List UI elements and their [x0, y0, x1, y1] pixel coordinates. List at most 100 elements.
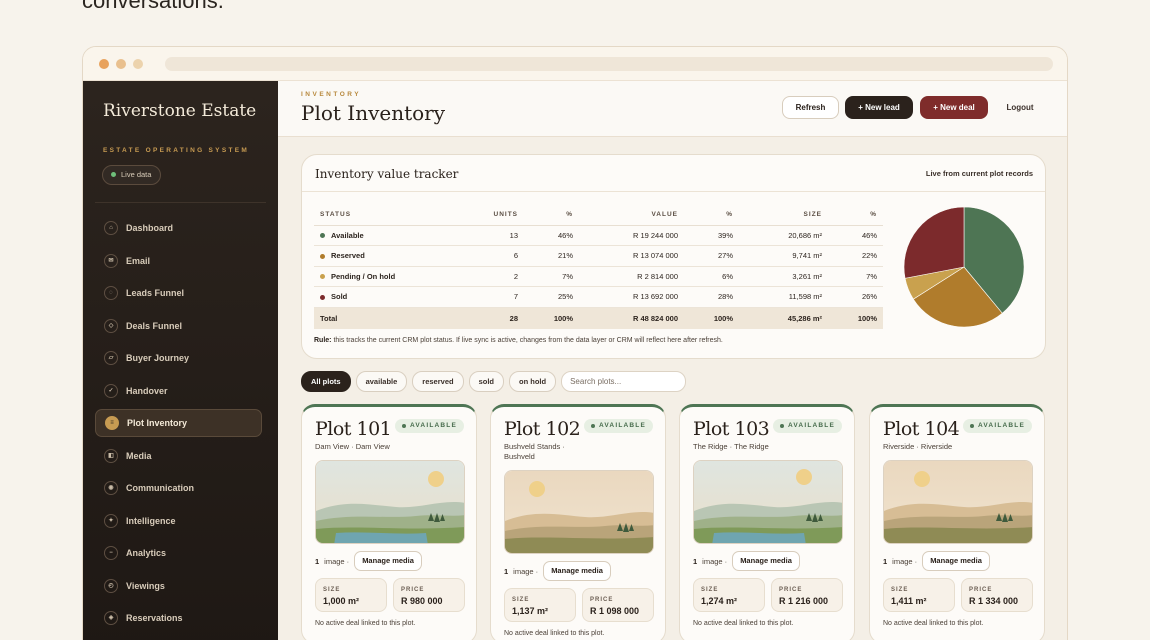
status-dot-icon — [320, 294, 325, 300]
window-chrome — [83, 47, 1067, 81]
sidebar-item-label: Buyer Journey — [126, 353, 190, 363]
communication-icon: ◉ — [104, 481, 118, 495]
refresh-button[interactable]: Refresh — [782, 96, 839, 119]
status-label: Sold — [331, 292, 348, 302]
filter-chip-sold[interactable]: sold — [468, 371, 504, 392]
plot-image[interactable] — [315, 460, 465, 544]
sidebar-item-label: Deals Funnel — [126, 320, 183, 331]
plot-landscape-image — [694, 461, 842, 543]
media-row: 1 image · Manage media — [315, 551, 422, 571]
plot-card[interactable]: Plot 101 AVAILABLE Dam View · Dam View 1 im… — [301, 404, 477, 640]
plot-landscape-image — [316, 461, 464, 543]
price-label: PRICE — [969, 587, 993, 593]
size-value: 1,000 m² — [323, 596, 360, 606]
minimize-dot-icon[interactable] — [116, 59, 126, 69]
plot-title: Plot 102 — [504, 418, 581, 440]
plot-image[interactable] — [693, 460, 843, 544]
close-dot-icon[interactable] — [99, 59, 109, 69]
size-label: SIZE — [891, 587, 909, 593]
sidebar-item-communication[interactable]: ◉ Communication — [95, 474, 262, 502]
plot-title: Plot 103 — [693, 418, 770, 440]
plot-location: Bushveld Stands · Bushveld — [504, 442, 565, 461]
image-count: 1 — [693, 556, 698, 566]
media-row: 1 image · Manage media — [504, 561, 611, 581]
size-value: 1,274 m² — [701, 596, 738, 606]
table-cell: 39% — [684, 225, 739, 246]
column-header: STATUS — [314, 205, 454, 226]
address-bar[interactable] — [165, 57, 1053, 71]
plot-card[interactable]: Plot 103 AVAILABLE The Ridge · The Ridge 1… — [679, 404, 855, 640]
plot-price-stat: PRICE R 1 334 000 — [961, 578, 1033, 612]
table-row: Available 13 46% R 19 244 000 39% 20,686 m² 46… — [314, 225, 883, 246]
funnel-icon: ◌ — [104, 286, 118, 300]
filter-chip-available[interactable]: available — [355, 371, 408, 392]
sidebar-item-leads-funnel[interactable]: ◌ Leads Funnel — [95, 279, 262, 307]
sidebar-item-label: Dashboard — [126, 223, 174, 233]
no-deal-note: No active deal linked to this plot. — [315, 620, 416, 627]
manage-media-button[interactable]: Manage media — [922, 551, 990, 571]
filter-chip-on-hold[interactable]: on hold — [509, 371, 557, 392]
new-deal-button[interactable]: + New deal — [920, 96, 988, 119]
live-data-badge: Live data — [102, 165, 162, 185]
filter-chip-all-plots[interactable]: All plots — [301, 371, 351, 392]
sidebar-item-deals-funnel[interactable]: ◇ Deals Funnel — [95, 312, 262, 340]
search-input[interactable] — [561, 371, 687, 392]
table-cell: 46% — [524, 225, 579, 246]
table-cell: 11,598 m² — [739, 286, 828, 308]
sidebar-item-handover[interactable]: ✓ Handover — [95, 377, 262, 405]
table-cell: 7 — [454, 286, 524, 308]
plot-size-stat: SIZE 1,137 m² — [504, 588, 576, 622]
brand-name: Riverstone Estate — [103, 101, 257, 121]
plot-location: The Ridge · The Ridge — [693, 442, 769, 451]
sidebar-item-analytics[interactable]: − Analytics — [95, 539, 262, 567]
sidebar-item-buyer-journey[interactable]: ▱ Buyer Journey — [95, 344, 262, 372]
new-lead-button[interactable]: + New lead — [845, 96, 913, 119]
sidebar-divider — [95, 202, 266, 203]
logout-button[interactable]: Logout — [995, 96, 1045, 119]
sidebar-item-media[interactable]: ◧ Media — [95, 442, 262, 470]
manage-media-button[interactable]: Manage media — [732, 551, 800, 571]
journey-icon: ▱ — [104, 351, 118, 365]
sidebar-item-intelligence[interactable]: ✦ Intelligence — [95, 507, 262, 535]
image-count: 1 — [883, 556, 888, 566]
sidebar-item-plot-inventory[interactable]: ≡ Plot Inventory — [95, 409, 262, 437]
sidebar-item-dashboard[interactable]: ⌂ Dashboard — [95, 214, 262, 242]
plot-image[interactable] — [504, 470, 654, 554]
sidebar-item-viewings[interactable]: ◴ Viewings — [95, 572, 262, 600]
page-header: INVENTORY Plot Inventory Refresh + New l… — [278, 81, 1067, 137]
price-value: R 1 216 000 — [779, 596, 829, 606]
table-row: Sold 7 25% R 13 692 000 28% 11,598 m² 26% — [314, 286, 883, 308]
table-cell: Available — [314, 225, 454, 246]
mail-icon: ✉ — [104, 253, 118, 268]
brand-subtitle: ESTATE OPERATING SYSTEM — [103, 147, 250, 154]
sidebar-item-label: Email — [126, 255, 151, 266]
no-deal-note: No active deal linked to this plot. — [504, 630, 605, 637]
manage-media-button[interactable]: Manage media — [354, 551, 422, 571]
table-cell: 3,261 m² — [739, 266, 828, 287]
plot-card[interactable]: Plot 104 AVAILABLE Riverside · Riverside 1… — [869, 404, 1045, 640]
sidebar: Riverstone Estate ESTATE OPERATING SYSTE… — [83, 81, 278, 640]
column-header: SIZE — [739, 205, 828, 226]
check-icon: ✓ — [104, 383, 118, 398]
filter-chip-reserved[interactable]: reserved — [412, 371, 464, 392]
page-title: Plot Inventory — [301, 101, 446, 125]
table-cell: 6% — [684, 266, 739, 287]
plot-card[interactable]: Plot 102 AVAILABLE Bushveld Stands · Bushv… — [490, 404, 666, 640]
table-row: Reserved 6 21% R 13 074 000 27% 9,741 m² 22% — [314, 245, 883, 267]
table-cell: 7% — [524, 266, 579, 287]
rule-text: this tracks the current CRM plot status.… — [331, 337, 723, 344]
intelligence-icon: ✦ — [104, 513, 118, 528]
deals-icon: ◇ — [104, 318, 118, 333]
status-badge: AVAILABLE — [962, 419, 1032, 433]
sidebar-item-label: Handover — [126, 385, 168, 396]
manage-media-button[interactable]: Manage media — [543, 561, 611, 581]
plot-image[interactable] — [883, 460, 1033, 544]
maximize-dot-icon[interactable] — [133, 59, 143, 69]
image-count-label: image · — [702, 556, 728, 566]
table-cell: 13 — [454, 225, 524, 246]
sidebar-item-reservations[interactable]: ◈ Reservations — [95, 604, 262, 632]
plot-filters: All plots available reserved sold on hold — [301, 371, 687, 392]
sidebar-item-email[interactable]: ✉ Email — [95, 247, 262, 275]
status-pie-chart — [903, 206, 1025, 328]
plot-price-stat: PRICE R 1 216 000 — [771, 578, 843, 612]
